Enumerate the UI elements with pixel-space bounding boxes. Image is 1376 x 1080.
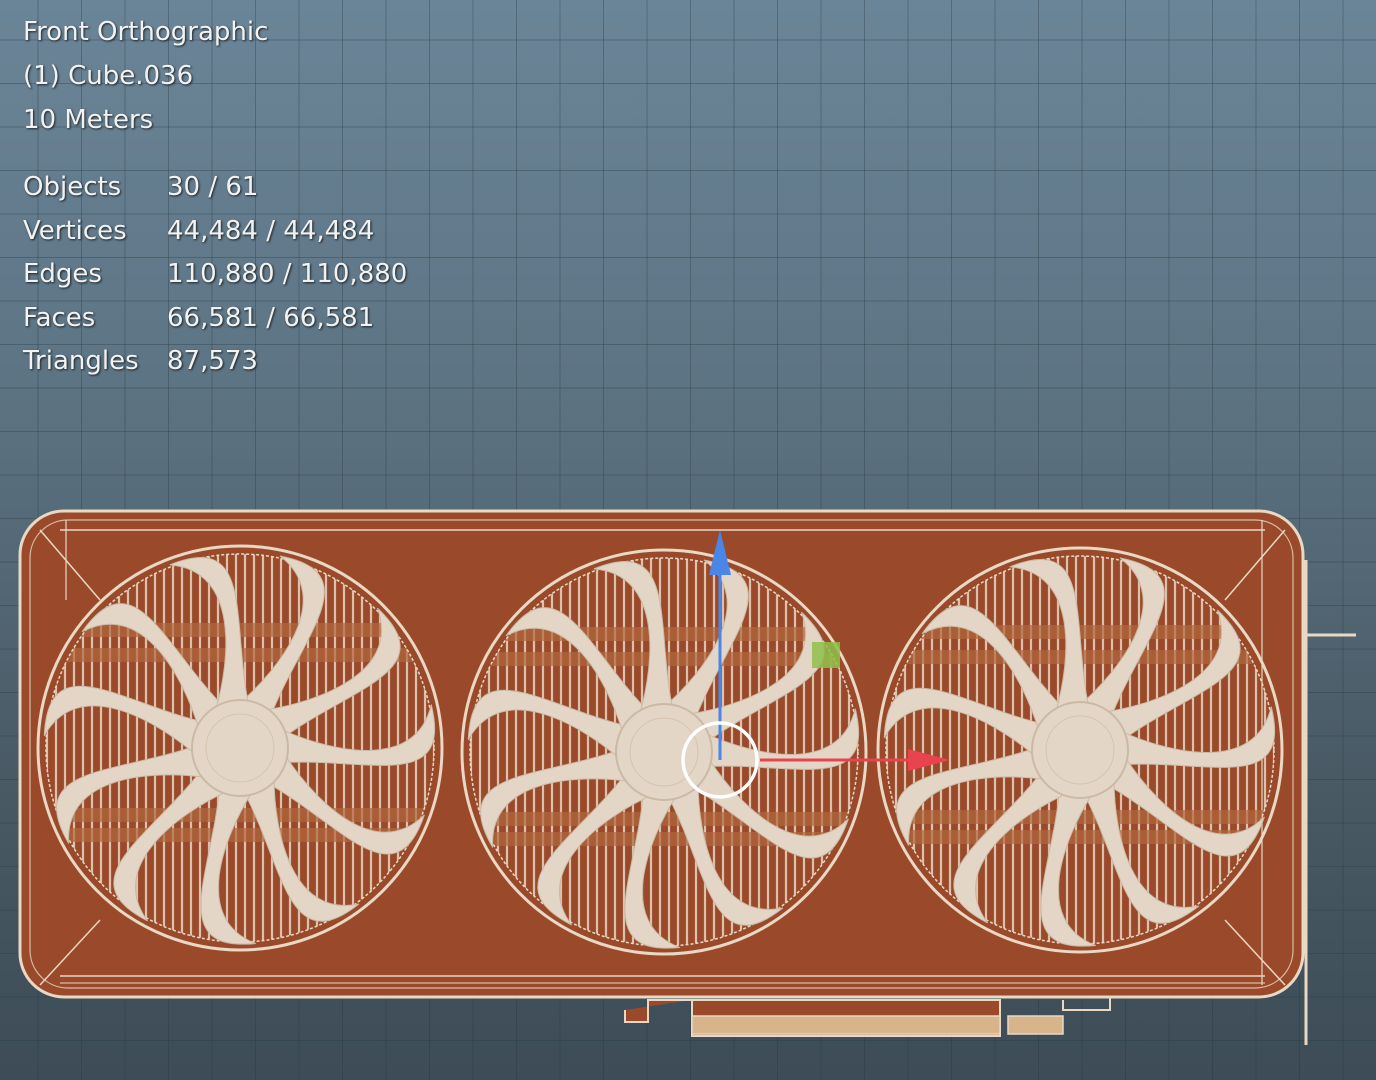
viewport-scene[interactable] (0, 0, 1376, 1080)
pcie-notch (1062, 998, 1111, 1011)
pcie-edge-connector (691, 1015, 1001, 1035)
gizmo-xz-plane-handle[interactable] (812, 642, 840, 668)
pcie-edge-connector-short (1007, 1015, 1064, 1035)
